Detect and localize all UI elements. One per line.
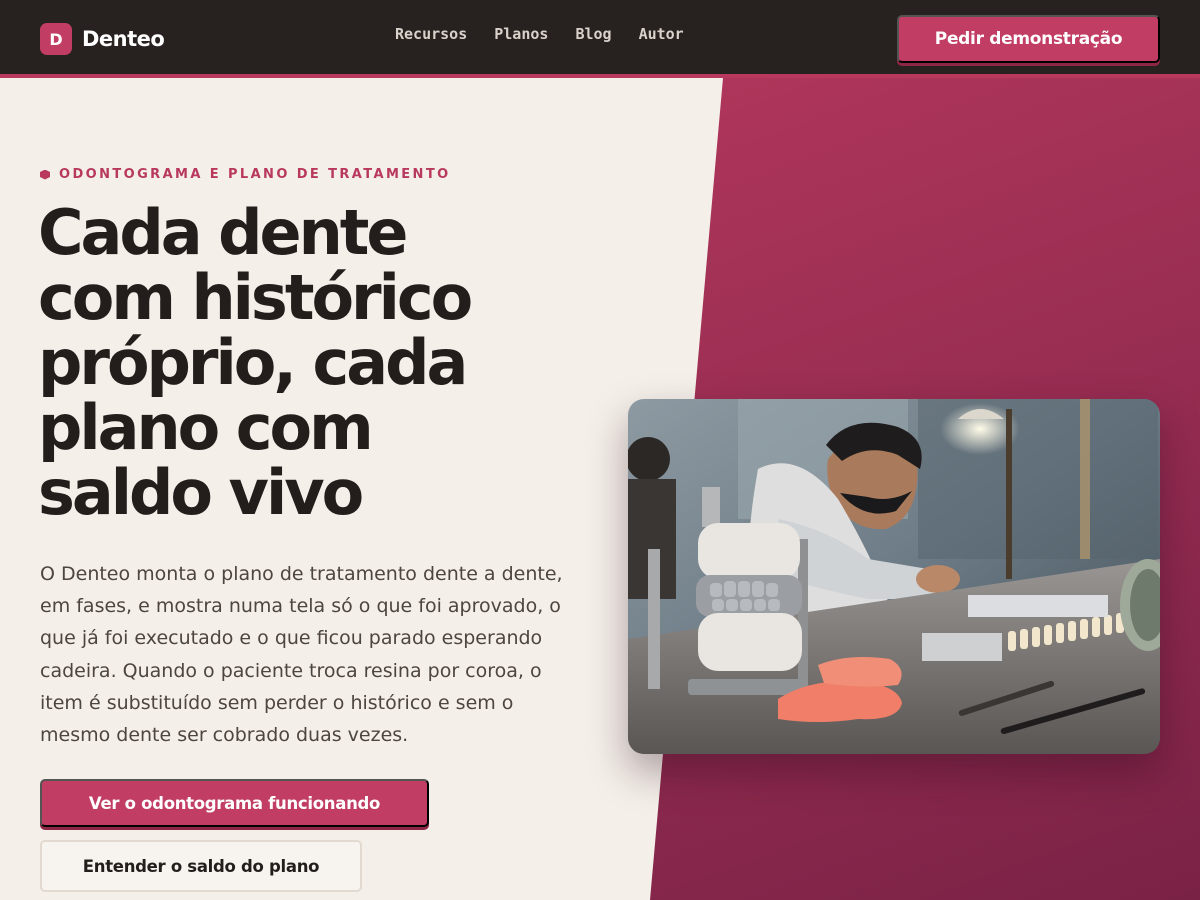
dental-lab-photo xyxy=(628,399,1160,754)
nav-accent-divider xyxy=(0,74,1200,78)
brand-logo-link[interactable]: D Denteo xyxy=(40,23,165,55)
nav-link-recursos[interactable]: Recursos xyxy=(395,25,467,43)
view-odontogram-button[interactable]: Ver o odontograma funcionando xyxy=(40,779,429,827)
dental-lab-photo-illustration xyxy=(628,399,1160,754)
nav-links: Recursos Planos Blog Autor xyxy=(395,25,711,43)
hero-headline-line: plano com xyxy=(38,391,374,464)
brand-logo-icon: D xyxy=(40,23,72,55)
hero-eyebrow: ODONTOGRAMA E PLANO DE TRATAMENTO xyxy=(40,167,451,182)
nav-link-planos[interactable]: Planos xyxy=(494,25,548,43)
top-navigation: D Denteo Recursos Planos Blog Autor Pedi… xyxy=(0,0,1200,74)
hero-description: O Denteo monta o plano de tratamento den… xyxy=(40,563,563,747)
brand-name: Denteo xyxy=(82,27,165,51)
hero-eyebrow-text: ODONTOGRAMA E PLANO DE TRATAMENTO xyxy=(59,167,451,182)
hero-headline-line: Cada dente xyxy=(38,196,408,269)
hero-headline-line: saldo vivo xyxy=(38,456,364,529)
request-demo-button[interactable]: Pedir demonstração xyxy=(897,15,1160,63)
plan-balance-button[interactable]: Entender o saldo do plano xyxy=(40,840,362,892)
hero-headline-line: próprio, cada xyxy=(38,326,468,399)
hero-headline: Cada dente com histórico próprio, cada p… xyxy=(38,200,618,525)
hero-headline-line: com histórico xyxy=(38,261,473,334)
nav-link-blog[interactable]: Blog xyxy=(575,25,611,43)
nav-link-autor[interactable]: Autor xyxy=(639,25,684,43)
hexagon-bullet-icon xyxy=(40,169,50,180)
